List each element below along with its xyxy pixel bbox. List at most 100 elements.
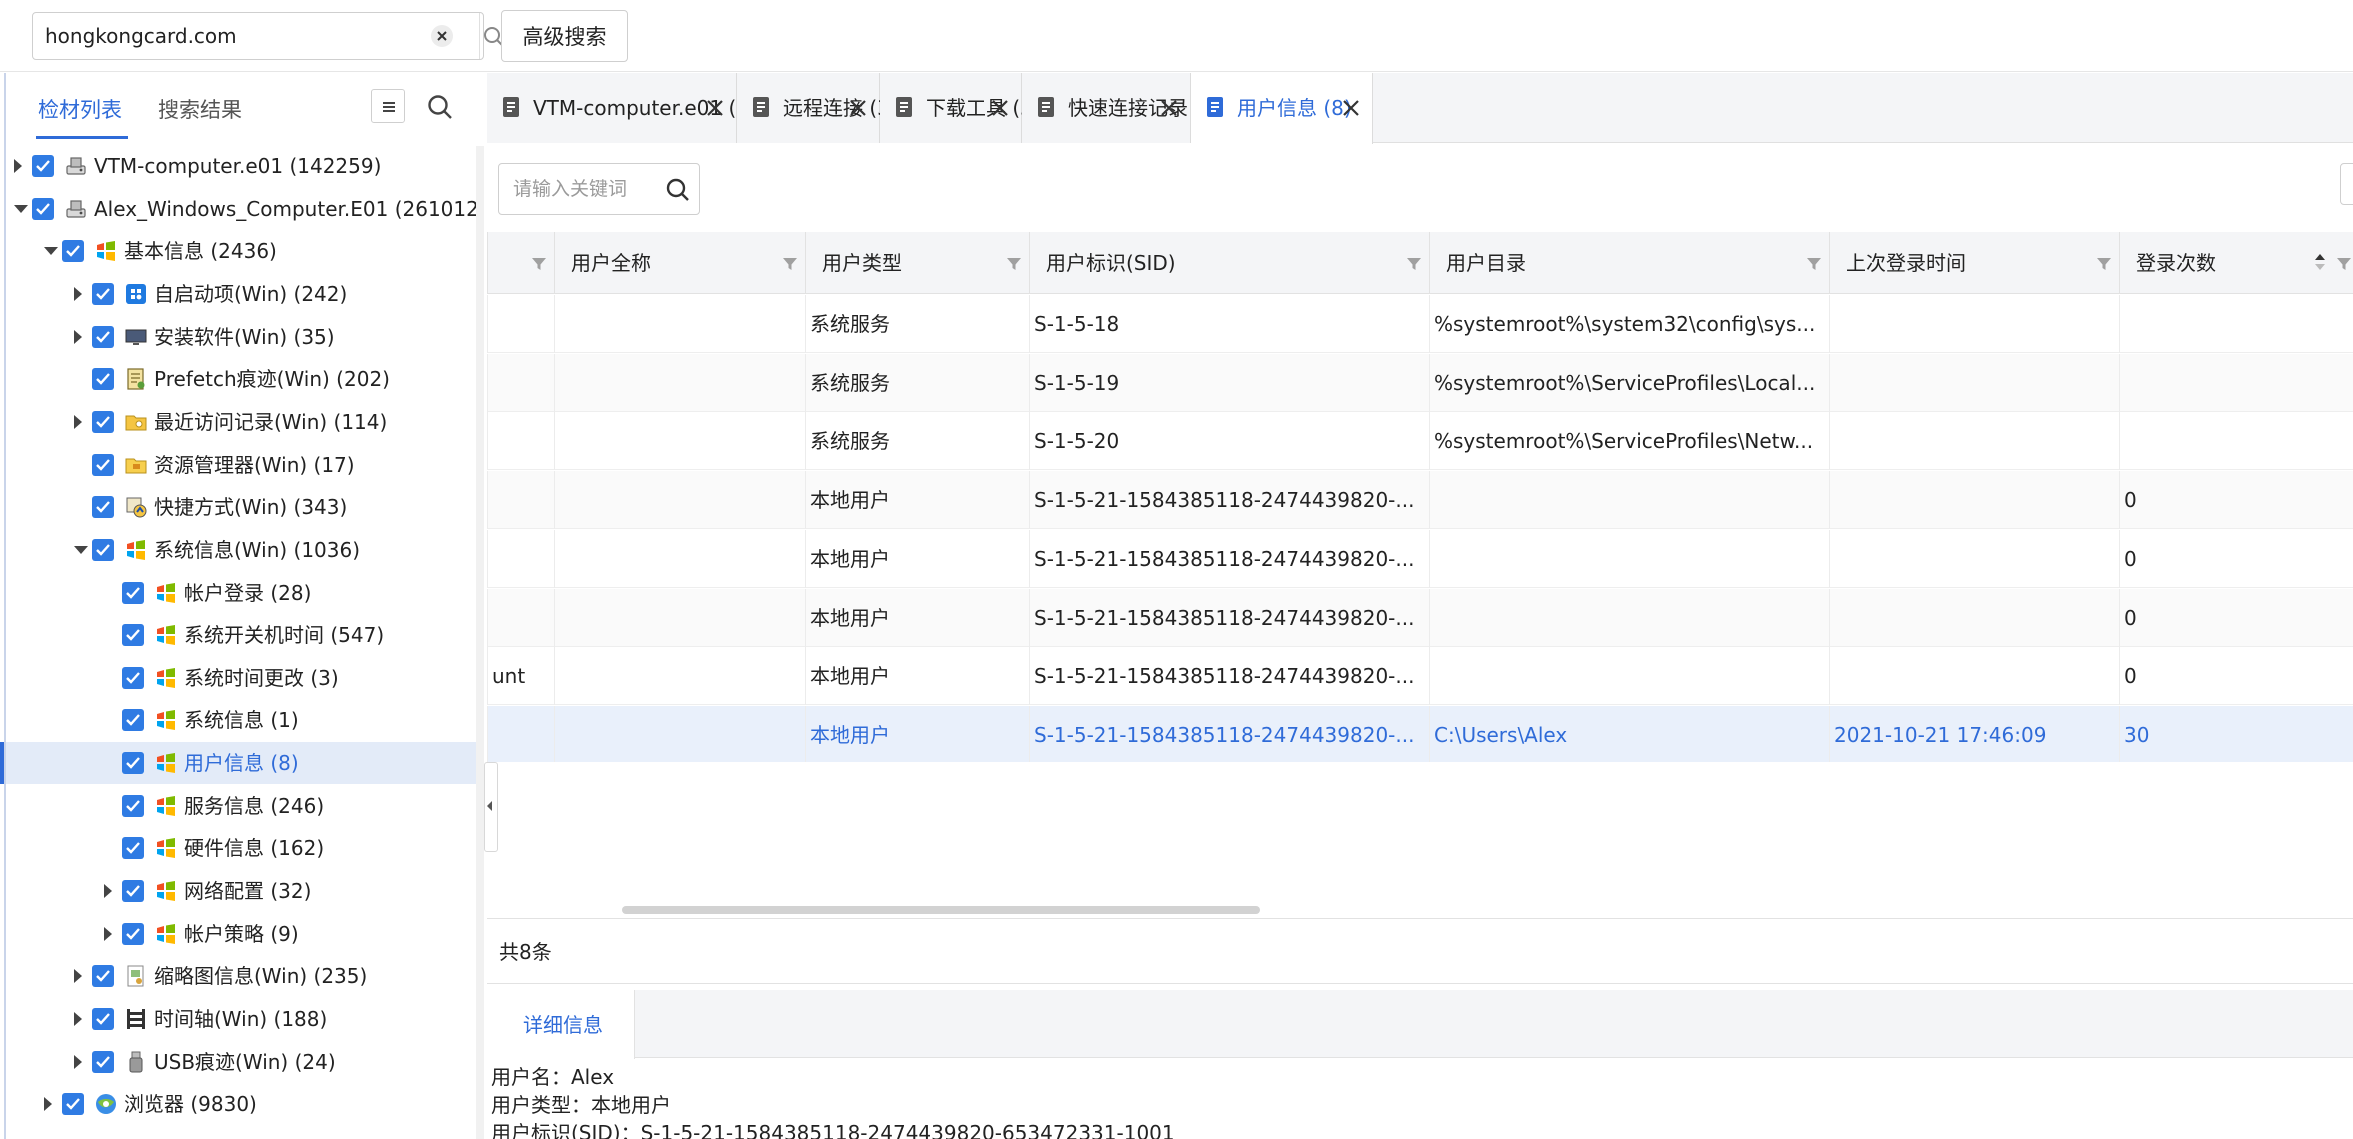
filter-icon[interactable] [782, 256, 798, 272]
tab-1[interactable]: VTM-computer.e01 (142259) [487, 73, 820, 143]
keyword-input[interactable] [499, 164, 659, 214]
tree-item[interactable]: USB痕迹(Win) (24) [0, 1041, 476, 1083]
caret-right-icon[interactable] [74, 329, 82, 344]
caret-right-icon[interactable] [104, 884, 112, 899]
tree-checkbox[interactable] [122, 666, 144, 689]
tree-item[interactable]: 时间轴(Win) (188) [0, 998, 476, 1040]
tree-item[interactable]: Alex_Windows_Computer.E01 (261012) [0, 188, 476, 230]
tree-item[interactable]: 基本信息 (2436) [0, 230, 476, 272]
tree-item[interactable]: Prefetch痕迹(Win) (202) [0, 358, 476, 400]
list-menu-button[interactable] [371, 89, 405, 123]
column-header[interactable]: 用户目录 [1429, 232, 1829, 294]
column-header[interactable] [487, 232, 554, 294]
table-row[interactable]: unt 本地用户 S-1-5-21-1584385118-2474439820-..… [487, 647, 2353, 706]
close-tab-icon[interactable] [990, 98, 1010, 118]
global-search-button[interactable] [479, 13, 504, 59]
tab-evidence-list[interactable]: 检材列表 [38, 95, 122, 125]
tree-checkbox[interactable] [92, 325, 114, 348]
tree-checkbox[interactable] [122, 922, 144, 945]
tree-checkbox[interactable] [62, 1093, 84, 1116]
tree-checkbox[interactable] [92, 453, 114, 476]
table-row[interactable]: 本地用户 S-1-5-21-1584385118-2474439820-... 0 [487, 471, 2353, 530]
tree-checkbox[interactable] [92, 368, 114, 391]
filter-icon[interactable] [2336, 256, 2352, 272]
tree-scrollbar[interactable] [476, 146, 484, 1139]
tree-item[interactable]: 安装软件(Win) (35) [0, 316, 476, 358]
tree-item[interactable]: 系统时间更改 (3) [0, 657, 476, 699]
filter-icon[interactable] [1806, 256, 1822, 272]
table-row[interactable]: 系统服务 S-1-5-19 %systemroot%\ServiceProfiles… [487, 353, 2353, 412]
search-icon[interactable] [665, 177, 691, 203]
tree-item[interactable]: 帐户登录 (28) [0, 572, 476, 614]
column-header[interactable]: 用户全称 [554, 232, 805, 294]
sort-icon[interactable] [2314, 252, 2326, 272]
table-row[interactable]: 系统服务 S-1-5-20 %systemroot%\ServiceProfiles… [487, 412, 2353, 471]
tree-item[interactable]: 系统信息(Win) (1036) [0, 529, 476, 571]
global-search-input[interactable] [33, 13, 388, 59]
tab-4[interactable]: 快速连接记录 (2) [1022, 73, 1223, 143]
tree-item[interactable]: 用户信息 (8) [0, 742, 476, 785]
tree-checkbox[interactable] [32, 197, 54, 220]
tree-item[interactable]: 帐户策略 (9) [0, 913, 476, 955]
tree-checkbox[interactable] [122, 880, 144, 903]
tree-checkbox[interactable] [122, 794, 144, 817]
tree-checkbox[interactable] [32, 155, 54, 177]
caret-right-icon[interactable] [74, 969, 82, 984]
tree-item[interactable]: 快捷方式(Win) (343) [0, 486, 476, 528]
caret-down-icon[interactable] [14, 204, 28, 213]
caret-right-icon[interactable] [74, 286, 82, 301]
tree-checkbox[interactable] [122, 581, 144, 604]
caret-down-icon[interactable] [74, 545, 88, 554]
tree-checkbox[interactable] [92, 410, 114, 433]
close-tab-icon[interactable] [1341, 98, 1361, 118]
tree-checkbox[interactable] [122, 709, 144, 732]
tree-checkbox[interactable] [92, 1050, 114, 1073]
tab-detail-info[interactable]: 详细信息 [487, 990, 635, 1059]
tree-item[interactable]: 资源管理器(Win) (17) [0, 444, 476, 486]
tree-checkbox[interactable] [92, 282, 114, 305]
tree-checkbox[interactable] [92, 496, 114, 519]
table-horizontal-scrollbar[interactable] [622, 906, 1260, 914]
filter-icon[interactable] [531, 256, 547, 272]
tree-item[interactable]: 最近访问记录(Win) (114) [0, 401, 476, 443]
tree-item[interactable]: 自启动项(Win) (242) [0, 273, 476, 315]
caret-right-icon[interactable] [74, 1054, 82, 1069]
close-tab-icon[interactable] [848, 98, 868, 118]
column-header[interactable]: 用户标识(SID) [1029, 232, 1429, 294]
tree-item[interactable]: 系统开关机时间 (547) [0, 614, 476, 656]
tree-item[interactable]: 网络配置 (32) [0, 870, 476, 912]
caret-right-icon[interactable] [74, 1012, 82, 1026]
filter-icon[interactable] [1006, 256, 1022, 272]
filter-icon[interactable] [1406, 256, 1422, 272]
tab-2[interactable]: 远程连接 (3) [737, 73, 898, 143]
clear-search-button[interactable] [431, 25, 453, 47]
caret-down-icon[interactable] [44, 247, 58, 256]
caret-right-icon[interactable] [14, 159, 22, 173]
tree-checkbox[interactable] [92, 538, 114, 561]
tree-checkbox[interactable] [122, 624, 144, 647]
advanced-search-button[interactable]: 高级搜索 [501, 10, 628, 62]
close-tab-icon[interactable] [1159, 98, 1179, 118]
caret-right-icon[interactable] [44, 1097, 52, 1112]
tree-item[interactable]: 浏览器 (9830) [0, 1083, 476, 1125]
tree-checkbox[interactable] [92, 965, 114, 988]
tab-search-results[interactable]: 搜索结果 [158, 95, 242, 125]
tree-checkbox[interactable] [122, 752, 144, 775]
tree-item[interactable]: 缩略图信息(Win) (235) [0, 955, 476, 997]
table-row[interactable]: 本地用户 S-1-5-21-1584385118-2474439820-... 0 [487, 588, 2353, 647]
tree-search-icon[interactable] [426, 93, 454, 121]
tree-item[interactable]: VTM-computer.e01 (142259) [0, 145, 476, 187]
tab-3[interactable]: 下载工具 (3) [880, 73, 1041, 143]
tree-checkbox[interactable] [62, 240, 84, 263]
caret-right-icon[interactable] [104, 926, 112, 941]
table-row[interactable]: 本地用户 S-1-5-21-1584385118-2474439820-... C:… [487, 705, 2353, 762]
tree-item[interactable]: 系统信息 (1) [0, 699, 476, 741]
toolbar-button-partial[interactable] [2340, 163, 2353, 205]
table-row[interactable]: 本地用户 S-1-5-21-1584385118-2474439820-... 0 [487, 529, 2353, 588]
tree-checkbox[interactable] [122, 837, 144, 860]
column-header[interactable]: 上次登录时间 [1829, 232, 2119, 294]
tab-5[interactable]: 用户信息 (8) [1191, 73, 1373, 144]
close-tab-icon[interactable] [705, 98, 725, 118]
tree-item[interactable]: 硬件信息 (162) [0, 827, 476, 869]
panel-collapse-handle[interactable] [484, 762, 498, 852]
